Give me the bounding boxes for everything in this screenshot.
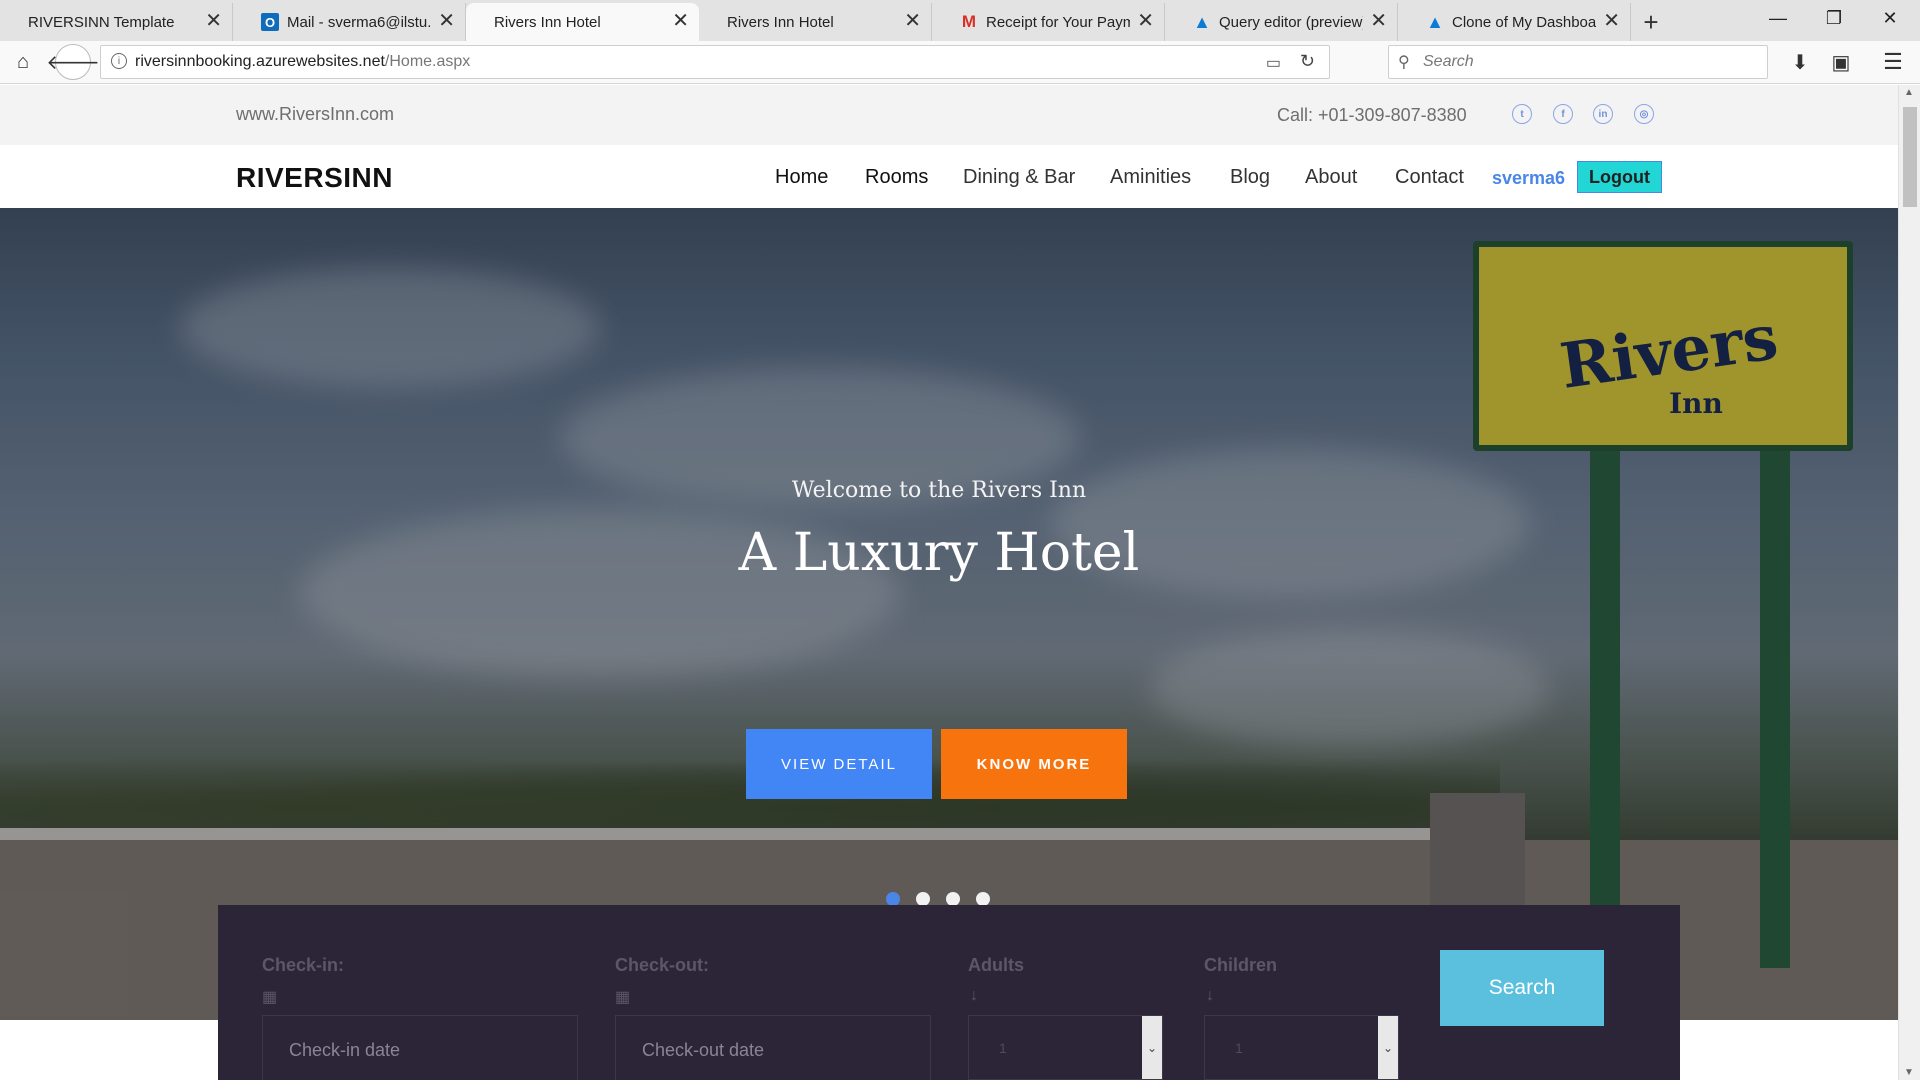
logout-button[interactable]: Logout bbox=[1577, 161, 1662, 193]
close-icon[interactable]: ✕ bbox=[438, 11, 455, 31]
arrow-down-icon: ↓ bbox=[970, 987, 978, 1004]
azure-icon: ▲ bbox=[1193, 11, 1211, 32]
children-label: Children bbox=[1204, 955, 1278, 975]
close-icon[interactable]: ✕ bbox=[1370, 11, 1387, 31]
adults-value: 1 bbox=[999, 1039, 1007, 1056]
twitter-icon[interactable]: t bbox=[1512, 104, 1532, 124]
nav-aminities[interactable]: Aminities bbox=[1110, 166, 1191, 189]
reader-view-icon[interactable]: ▭ bbox=[1266, 53, 1281, 73]
back-button[interactable]: 🡐 bbox=[46, 44, 100, 80]
hero-welcome: Welcome to the Rivers Inn bbox=[791, 478, 1087, 503]
sidebar-icon[interactable]: ▣ bbox=[1826, 45, 1856, 79]
nav-home[interactable]: Home bbox=[775, 166, 828, 189]
know-more-button[interactable]: KNOW MORE bbox=[941, 729, 1127, 799]
calendar-icon: ▦ bbox=[262, 989, 278, 1006]
arrow-down-icon: ↓ bbox=[1206, 987, 1214, 1004]
carousel-dot[interactable] bbox=[886, 892, 900, 906]
search-icon: ⚲ bbox=[1398, 54, 1410, 71]
username[interactable]: sverma6 bbox=[1492, 168, 1565, 189]
gmail-icon: M bbox=[961, 12, 977, 31]
checkout-label: Check-out: bbox=[615, 955, 709, 975]
carousel-dot[interactable] bbox=[976, 892, 990, 906]
outlook-icon: O bbox=[261, 13, 279, 31]
tab-receipt[interactable]: M Receipt for Your Payment ✕ bbox=[932, 3, 1165, 41]
checkin-label: Check-in: bbox=[262, 955, 345, 975]
chevron-down-icon[interactable]: ⌄ bbox=[1378, 1016, 1398, 1079]
site-header: RIVERSINN Home Rooms Dining & Bar Aminit… bbox=[0, 145, 1898, 208]
tab-dashboard[interactable]: ▲ Clone of My Dashboard ✕ bbox=[1398, 3, 1631, 41]
new-tab-button[interactable]: + bbox=[1631, 3, 1671, 41]
close-icon[interactable]: ✕ bbox=[1603, 11, 1620, 31]
scroll-down-icon[interactable]: ▼ bbox=[1904, 1067, 1914, 1078]
close-icon[interactable]: ✕ bbox=[1137, 11, 1154, 31]
tab-title: Rivers Inn Hotel bbox=[727, 13, 834, 31]
children-select[interactable]: 1 ⌄ bbox=[1204, 1015, 1399, 1080]
close-icon[interactable]: ✕ bbox=[904, 11, 921, 31]
tab-title: Receipt for Your Payment bbox=[986, 13, 1130, 31]
tab-rivers-inn-hotel-active[interactable]: Rivers Inn Hotel ✕ bbox=[466, 3, 699, 41]
tab-title: Rivers Inn Hotel bbox=[494, 13, 601, 31]
top-info-strip: www.RiversInn.com Call: +01-309-807-8380… bbox=[0, 85, 1898, 145]
carousel-dots bbox=[886, 892, 990, 906]
nav-contact[interactable]: Contact bbox=[1395, 166, 1464, 189]
hero-title: A Luxury Hotel bbox=[738, 523, 1140, 583]
tab-rivers-inn-hotel[interactable]: Rivers Inn Hotel ✕ bbox=[699, 3, 932, 41]
restore-button[interactable]: ❐ bbox=[1806, 0, 1862, 36]
facebook-icon[interactable]: f bbox=[1553, 104, 1573, 124]
site-url: www.RiversInn.com bbox=[236, 104, 395, 124]
nav-dining-bar[interactable]: Dining & Bar bbox=[963, 166, 1075, 189]
close-icon[interactable]: ✕ bbox=[672, 11, 689, 31]
nav-rooms[interactable]: Rooms bbox=[865, 166, 928, 189]
tab-title: Query editor (preview) - bbox=[1219, 13, 1363, 31]
browser-tab-bar: RIVERSINN Template ✕ O Mail - sverma6@il… bbox=[0, 0, 1920, 41]
linkedin-icon[interactable]: in bbox=[1593, 104, 1613, 124]
page-viewport: www.RiversInn.com Call: +01-309-807-8380… bbox=[0, 85, 1898, 1080]
url-path: /Home.aspx bbox=[384, 53, 471, 70]
booking-form: Check-in: ▦ Check-in date Check-out: ▦ C… bbox=[218, 905, 1680, 1080]
phone-number: Call: +01-309-807-8380 bbox=[1277, 105, 1467, 125]
checkin-input[interactable]: Check-in date bbox=[262, 1015, 578, 1080]
download-icon[interactable]: ⬇ bbox=[1785, 45, 1815, 79]
page-scrollbar[interactable]: ▲ ▼ bbox=[1898, 85, 1920, 1080]
carousel-dot[interactable] bbox=[946, 892, 960, 906]
scroll-thumb[interactable] bbox=[1903, 107, 1917, 207]
hero-banner: Rivers Inn Welcome to the Rivers Inn A L… bbox=[0, 208, 1898, 1020]
dribbble-icon[interactable]: ◎ bbox=[1634, 104, 1654, 124]
view-detail-button[interactable]: VIEW DETAIL bbox=[746, 729, 932, 799]
adults-label: Adults bbox=[968, 955, 1024, 975]
address-bar[interactable]: i riversinnbooking.azurewebsites.net/Hom… bbox=[100, 45, 1330, 79]
tab-query-editor[interactable]: ▲ Query editor (preview) - ✕ bbox=[1165, 3, 1398, 41]
tab-mail[interactable]: O Mail - sverma6@ilstu.edu ✕ bbox=[233, 3, 466, 41]
tab-title: Mail - sverma6@ilstu.edu bbox=[287, 13, 431, 31]
azure-icon: ▲ bbox=[1426, 11, 1444, 32]
adults-select[interactable]: 1 ⌄ bbox=[968, 1015, 1163, 1080]
minimize-button[interactable]: — bbox=[1750, 0, 1806, 36]
chevron-down-icon[interactable]: ⌄ bbox=[1142, 1016, 1162, 1079]
tab-riversinn-template[interactable]: RIVERSINN Template ✕ bbox=[0, 3, 233, 41]
search-button[interactable]: Search bbox=[1440, 950, 1604, 1026]
nav-blog[interactable]: Blog bbox=[1230, 166, 1270, 189]
site-logo[interactable]: RIVERSINN bbox=[236, 162, 393, 194]
menu-icon[interactable]: ☰ bbox=[1878, 45, 1908, 79]
children-value: 1 bbox=[1235, 1039, 1243, 1056]
nav-about[interactable]: About bbox=[1305, 166, 1357, 189]
url-host: riversinnbooking.azurewebsites.net bbox=[135, 53, 385, 70]
browser-nav-bar: ⌂ 🡐 i riversinnbooking.azurewebsites.net… bbox=[0, 41, 1920, 84]
home-icon[interactable]: ⌂ bbox=[8, 45, 38, 79]
search-field[interactable]: ⚲ Search bbox=[1388, 45, 1768, 79]
close-icon[interactable]: ✕ bbox=[205, 11, 222, 31]
carousel-dot[interactable] bbox=[916, 892, 930, 906]
scroll-up-icon[interactable]: ▲ bbox=[1904, 87, 1914, 98]
calendar-icon: ▦ bbox=[615, 989, 631, 1006]
checkout-input[interactable]: Check-out date bbox=[615, 1015, 931, 1080]
reload-icon[interactable]: ↻ bbox=[1300, 51, 1315, 72]
tab-title: RIVERSINN Template bbox=[28, 13, 175, 31]
close-window-button[interactable]: ✕ bbox=[1862, 0, 1918, 36]
info-icon[interactable]: i bbox=[111, 53, 127, 69]
tab-title: Clone of My Dashboard bbox=[1452, 13, 1596, 31]
search-placeholder: Search bbox=[1423, 53, 1474, 70]
